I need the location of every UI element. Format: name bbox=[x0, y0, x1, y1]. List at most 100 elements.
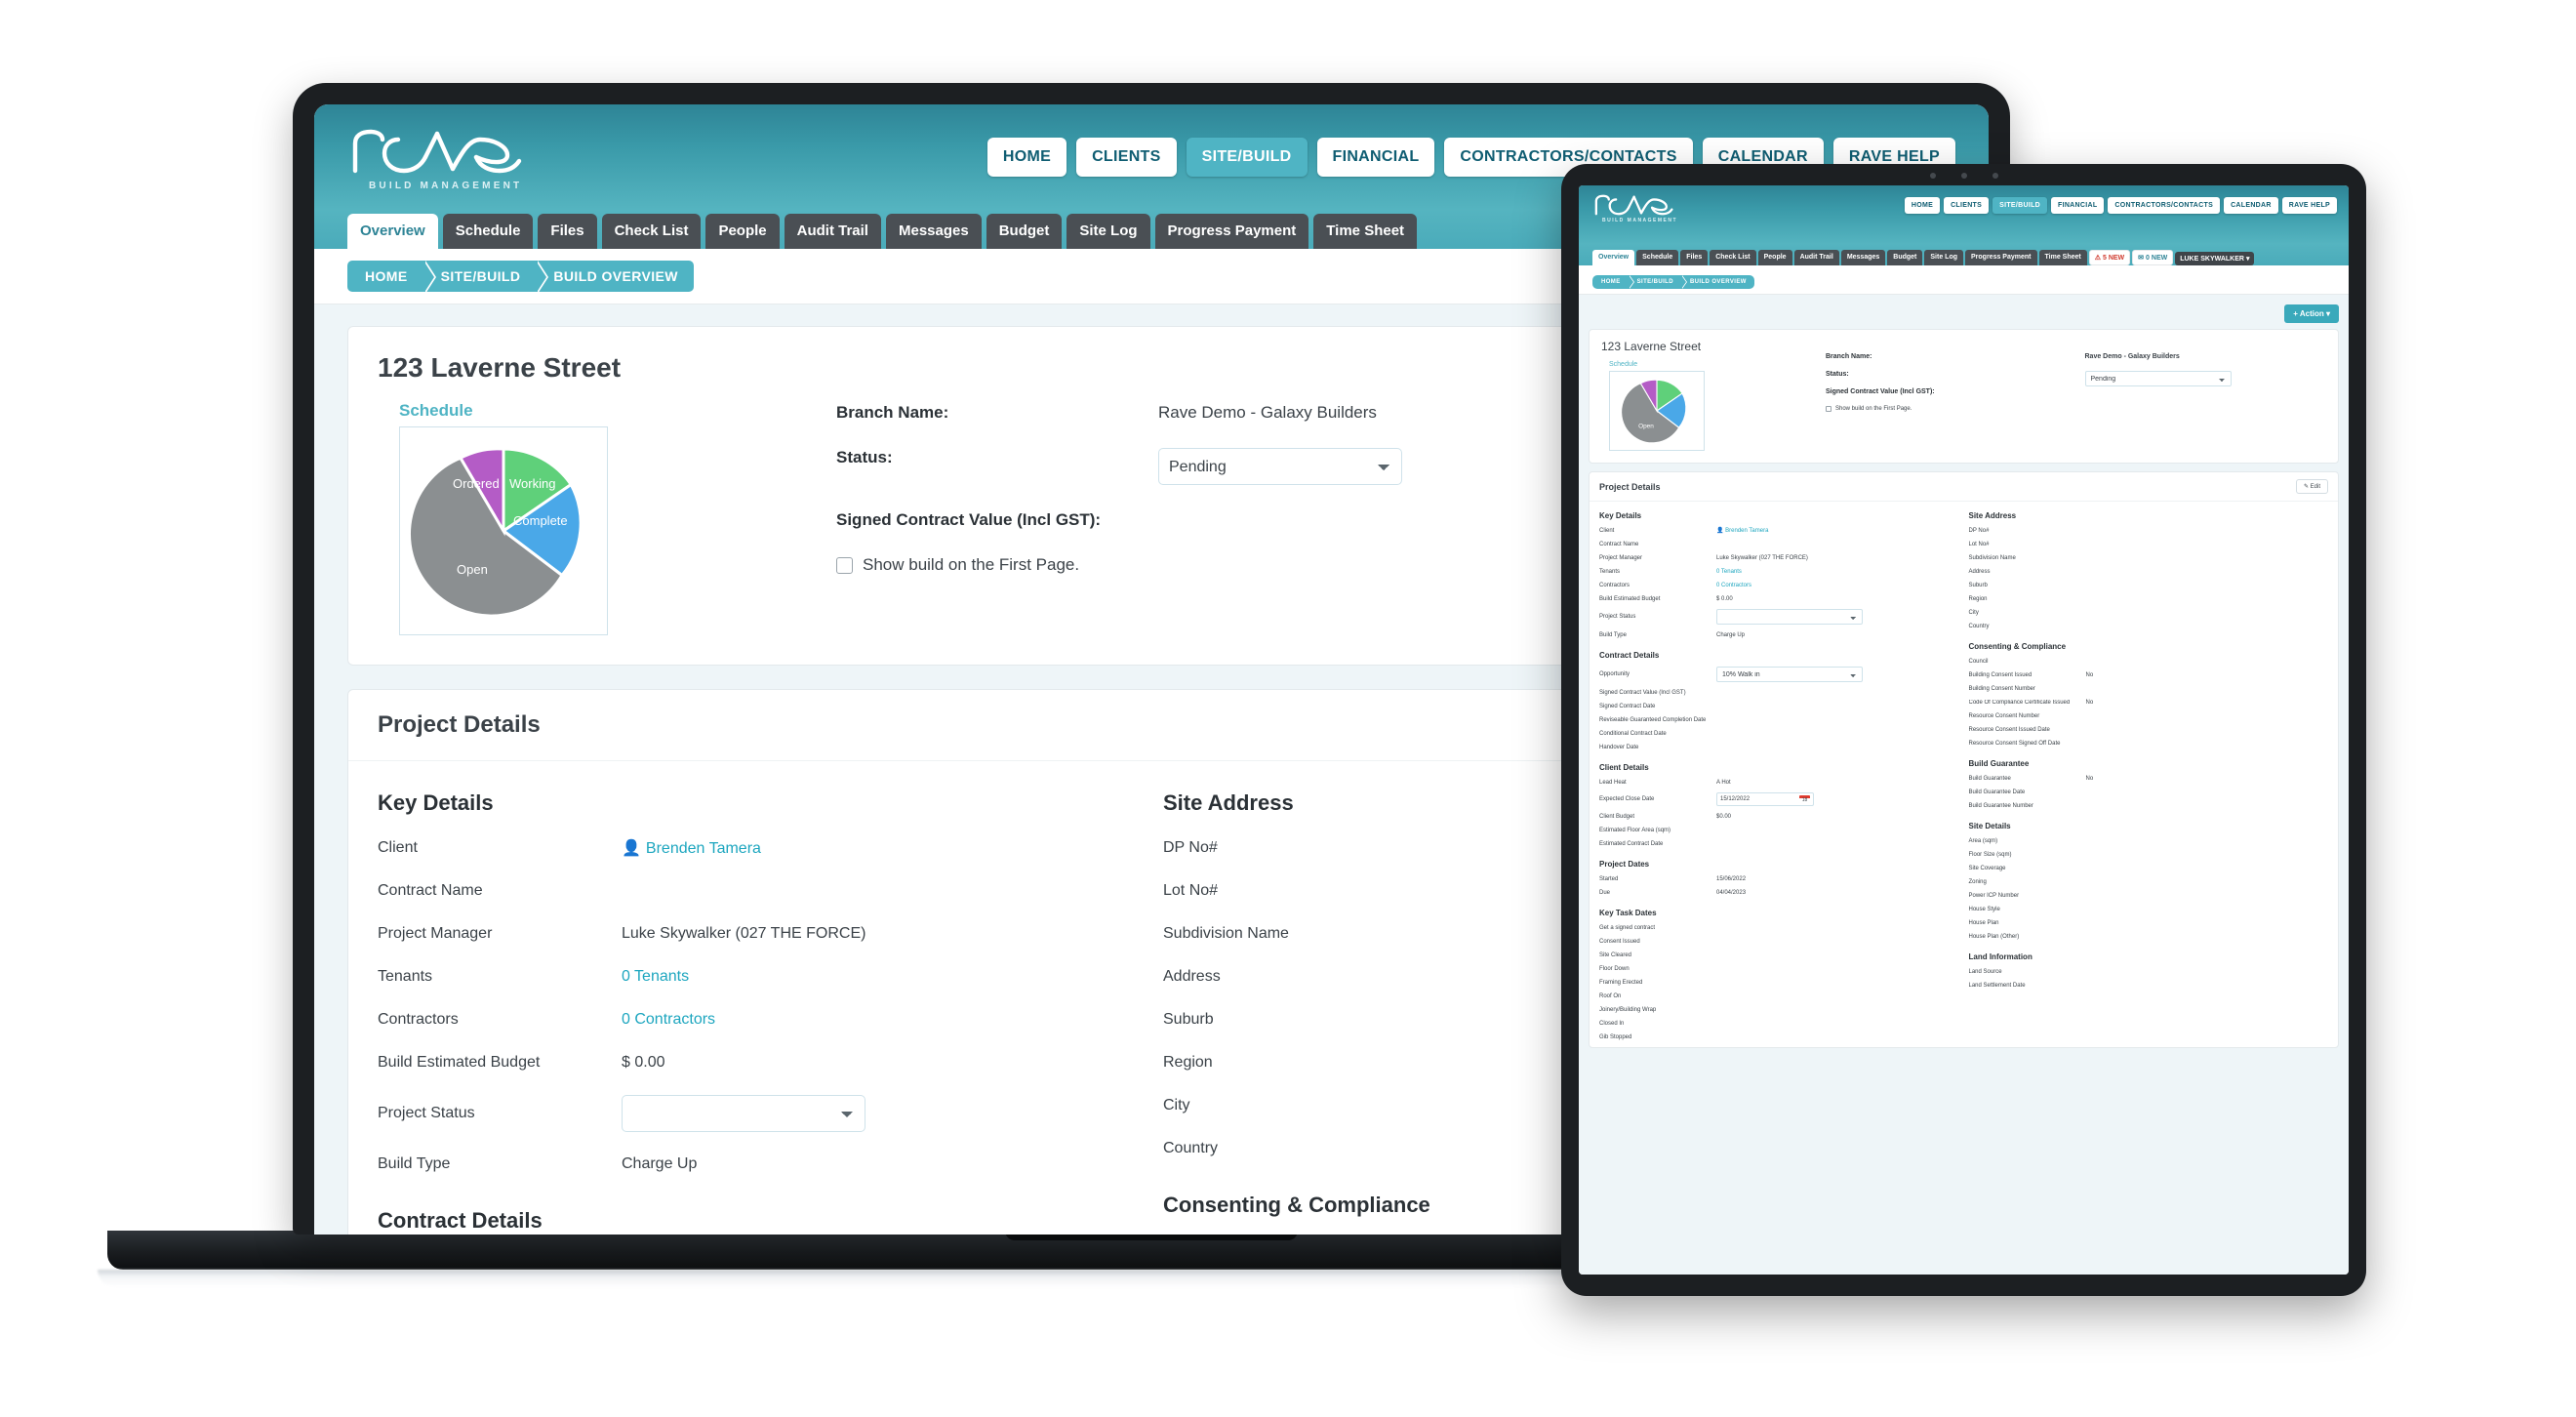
tablet-breadcrumb-site-build[interactable]: SITE/BUILD bbox=[1629, 275, 1688, 289]
tablet-project-status-select[interactable] bbox=[1716, 609, 1863, 625]
tablet-signed-contract-label: Signed Contract Value (Incl GST): bbox=[1826, 388, 1935, 395]
tablet-field-client-value[interactable]: 👤 Brenden Tamera bbox=[1716, 527, 1768, 534]
tablet-brand-tagline: BUILD MANAGEMENT bbox=[1602, 218, 1678, 223]
tablet-field-house-plan-other-label: House Plan (Other) bbox=[1968, 933, 2020, 940]
tablet-field-estimated-floor-area-label: Estimated Floor Area (sqm) bbox=[1599, 827, 1671, 833]
tablet-field-floor-down: Floor Down bbox=[1599, 965, 1959, 972]
tablet-tab-messages[interactable]: Messages bbox=[1840, 250, 1886, 265]
schedule-pie-chart[interactable]: Working Complete Open Ordered bbox=[399, 426, 608, 635]
tablet-opportunity-select[interactable]: 10% Walk in bbox=[1716, 667, 1863, 682]
tablet-section-site-address: Site Address bbox=[1968, 511, 2017, 520]
tablet-tab-check-list[interactable]: Check List bbox=[1710, 250, 1756, 265]
tablet-camera bbox=[1929, 173, 1998, 179]
field-client-text: Brenden Tamera bbox=[645, 840, 761, 857]
brand-logo[interactable]: BUILD MANAGEMENT bbox=[347, 126, 533, 191]
tablet-field-contractors-value[interactable]: 0 Contractors bbox=[1716, 583, 1751, 588]
tablet-field-opportunity: Opportunity 10% Walk in bbox=[1599, 667, 1959, 682]
calendar-icon[interactable]: 18 bbox=[1799, 795, 1810, 803]
topnav-clients[interactable]: CLIENTS bbox=[1076, 138, 1177, 177]
tablet-topnav-home[interactable]: HOME bbox=[1904, 197, 1941, 214]
tab-check-list[interactable]: Check List bbox=[601, 214, 702, 249]
tablet-field-building-consent-number: Building Consent Number bbox=[1969, 685, 2329, 692]
tablet-field-gib-stopped: Gib Stopped bbox=[1599, 1033, 1959, 1040]
tablet-field-zoning: Zoning bbox=[1969, 878, 2329, 885]
field-client-value[interactable]: 👤 Brenden Tamera bbox=[622, 838, 761, 858]
breadcrumb-home[interactable]: HOME bbox=[347, 261, 436, 292]
field-tenants-value[interactable]: 0 Tenants bbox=[622, 968, 689, 986]
topnav-financial[interactable]: FINANCIAL bbox=[1316, 138, 1435, 177]
user-menu[interactable]: LUKE SKYWALKER ▾ bbox=[2175, 252, 2255, 265]
schedule-chart-label[interactable]: Schedule bbox=[399, 401, 836, 421]
tablet-field-client-budget-value: $0.00 bbox=[1716, 813, 1732, 820]
tablet-topnav-site-build[interactable]: SITE/BUILD bbox=[1992, 197, 2047, 214]
tablet-breadcrumb-home[interactable]: HOME bbox=[1592, 275, 1634, 289]
tablet-field-tenants-label: Tenants bbox=[1599, 568, 1621, 575]
action-button[interactable]: + Action ▾ bbox=[2284, 304, 2339, 323]
tablet-tab-time-sheet[interactable]: Time Sheet bbox=[2038, 250, 2087, 265]
tab-messages[interactable]: Messages bbox=[885, 214, 982, 249]
tab-people[interactable]: People bbox=[705, 214, 780, 249]
tablet-field-expected-close-date: Expected Close Date 15/12/2022 18 bbox=[1599, 792, 1959, 806]
warning-icon: ⚠ bbox=[2094, 255, 2101, 262]
tablet-field-code-of-compliance-label: Code Of Compliance Certificate Issued bbox=[1968, 699, 2071, 706]
pie-slice-label-working: Working bbox=[509, 476, 555, 491]
tab-time-sheet[interactable]: Time Sheet bbox=[1313, 214, 1418, 249]
status-select[interactable]: Pending bbox=[1158, 448, 1402, 485]
tab-site-log[interactable]: Site Log bbox=[1067, 214, 1150, 249]
tab-budget[interactable]: Budget bbox=[986, 214, 1063, 249]
page-title: 123 Laverne Street bbox=[378, 352, 622, 383]
tablet-topnav-contractors-contacts[interactable]: CONTRACTORS/CONTACTS bbox=[2108, 197, 2221, 214]
tablet-tab-overview[interactable]: Overview bbox=[1592, 250, 1635, 265]
topnav-site-build[interactable]: SITE/BUILD bbox=[1186, 138, 1308, 177]
field-contractors: Contractors 0 Contractors bbox=[378, 1009, 1140, 1031]
tablet-field-tenants-value[interactable]: 0 Tenants bbox=[1716, 569, 1742, 575]
tablet-show-build-first-page-row[interactable]: Show build on the First Page. bbox=[1826, 406, 2068, 412]
tab-progress-payment[interactable]: Progress Payment bbox=[1154, 214, 1309, 249]
tablet-field-building-consent-issued-value: No bbox=[2085, 671, 2094, 678]
tablet-topnav-clients[interactable]: CLIENTS bbox=[1944, 197, 1990, 214]
tablet-field-contractors-label: Contractors bbox=[1599, 582, 1630, 588]
tablet-field-handover-date: Handover Date bbox=[1599, 744, 1959, 750]
messages-badge[interactable]: ✉ 0 NEW bbox=[2132, 250, 2174, 265]
project-status-select[interactable] bbox=[622, 1095, 865, 1132]
tab-audit-trail[interactable]: Audit Trail bbox=[784, 214, 881, 249]
show-build-checkbox-label: Show build on the First Page. bbox=[863, 555, 1080, 574]
tablet-tab-schedule[interactable]: Schedule bbox=[1636, 250, 1679, 265]
tablet-brand-logo[interactable]: BUILD MANAGEMENT bbox=[1592, 193, 1678, 223]
edit-button[interactable]: ✎ Edit bbox=[2295, 479, 2328, 494]
tablet-tab-budget[interactable]: Budget bbox=[1887, 250, 1923, 265]
field-contractors-value[interactable]: 0 Contractors bbox=[622, 1011, 715, 1029]
field-contract-name: Contract Name bbox=[378, 880, 1140, 902]
project-details-title: Project Details bbox=[378, 711, 541, 738]
tab-overview[interactable]: Overview bbox=[347, 214, 438, 249]
tablet-topnav-rave-help[interactable]: RAVE HELP bbox=[2281, 197, 2337, 214]
tablet-schedule-chart-label[interactable]: Schedule bbox=[1609, 361, 1826, 368]
tablet-tab-progress-payment[interactable]: Progress Payment bbox=[1965, 250, 2037, 265]
tablet-show-build-checkbox[interactable] bbox=[1826, 406, 1831, 412]
topnav-home[interactable]: HOME bbox=[986, 138, 1067, 177]
tab-schedule[interactable]: Schedule bbox=[442, 214, 534, 249]
tablet-branch-name-value: Rave Demo - Galaxy Builders bbox=[2084, 353, 2180, 360]
tablet-field-signed-contract-value-label: Signed Contract Value (Incl GST) bbox=[1599, 689, 1686, 696]
field-address-label: Address bbox=[1163, 968, 1221, 985]
tablet-tab-site-log[interactable]: Site Log bbox=[1924, 250, 1964, 265]
tablet-field-tenants: Tenants 0 Tenants bbox=[1599, 568, 1959, 575]
tablet-field-code-of-compliance-value: No bbox=[2085, 699, 2094, 706]
tablet-tab-people[interactable]: People bbox=[1757, 250, 1792, 265]
tablet-field-consent-issued-label: Consent Issued bbox=[1599, 938, 1640, 945]
expected-close-date-input[interactable]: 15/12/2022 18 bbox=[1716, 792, 1814, 806]
tablet-schedule-pie-chart[interactable]: Open bbox=[1609, 371, 1705, 451]
tablet-tab-files[interactable]: Files bbox=[1680, 250, 1709, 265]
alerts-badge[interactable]: ⚠ 5 NEW bbox=[2088, 250, 2131, 265]
tablet-status-select[interactable]: Pending bbox=[2084, 371, 2232, 386]
breadcrumb-site-build[interactable]: SITE/BUILD bbox=[423, 261, 549, 292]
pie-chart-svg: Working Complete Open Ordered bbox=[408, 447, 583, 618]
tablet-field-client-budget: Client Budget $0.00 bbox=[1599, 813, 1959, 820]
tab-files[interactable]: Files bbox=[538, 214, 597, 249]
tablet-topnav-financial[interactable]: FINANCIAL bbox=[2051, 197, 2105, 214]
tablet-topnav-calendar[interactable]: CALENDAR bbox=[2224, 197, 2278, 214]
action-button-label: + Action bbox=[2293, 309, 2324, 318]
show-build-checkbox[interactable] bbox=[836, 556, 853, 574]
tablet-tab-audit-trail[interactable]: Audit Trail bbox=[1793, 250, 1839, 265]
tablet-section-client-details: Client Details bbox=[1599, 763, 1649, 772]
